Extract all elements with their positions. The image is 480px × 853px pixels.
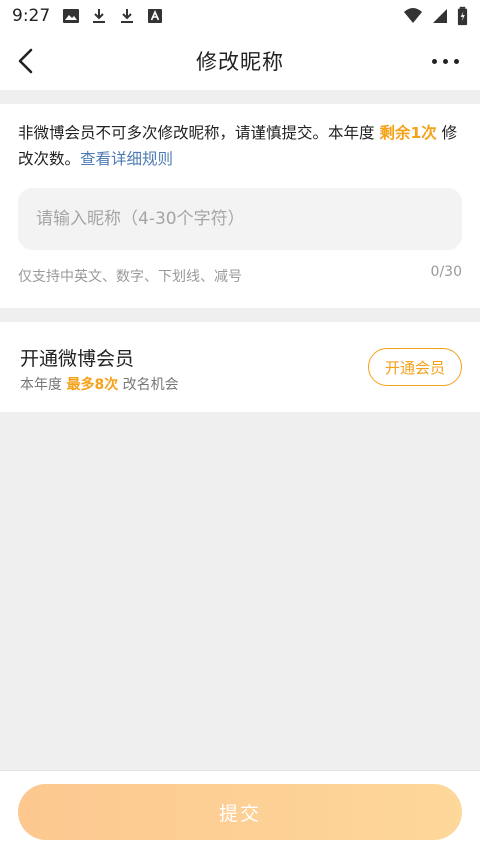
nickname-input-container [18,188,462,250]
page-title: 修改昵称 [196,50,284,74]
vip-sub-before: 本年度 [20,377,67,393]
chevron-left-icon[interactable] [12,46,42,76]
download-icon [121,9,134,23]
signal-icon [433,9,447,23]
open-vip-button[interactable]: 开通会员 [368,348,462,386]
header: 修改昵称 [0,32,480,90]
vip-subtitle: 本年度 最多8次 改名机会 [20,374,179,394]
status-bar: 9:27 [0,0,480,32]
download-icon [93,9,106,23]
rules-link[interactable]: 查看详细规则 [80,150,173,168]
vip-max-count: 最多8次 [66,377,119,393]
dot [432,58,437,64]
nickname-card: 非微博会员不可多次修改昵称，请谨慎提交。本年度 剩余1次 修改次数。查看详细规则… [0,104,480,308]
page: 9:27 修改昵称 非微博会员不可多次修改昵称，请谨慎提交。本年度 剩余1次 修… [0,0,480,853]
status-right-icons [403,6,468,26]
notice-text-before: 非微博会员不可多次修改昵称，请谨慎提交。本年度 [18,124,380,142]
vip-card: 开通微博会员 本年度 最多8次 改名机会 开通会员 [0,322,480,412]
input-hint: 仅支持中英文、数字、下划线、减号 [18,269,242,285]
status-left-icons [62,7,164,25]
status-time: 9:27 [12,6,51,26]
section-divider [0,90,480,104]
battery-icon [457,6,468,26]
section-divider [0,308,480,322]
wifi-icon [404,8,422,23]
nickname-input[interactable] [36,209,444,229]
remaining-count: 剩余1次 [379,124,437,142]
char-counter: 0/30 [430,264,462,280]
more-dots-icon[interactable] [432,56,462,66]
vip-sub-after: 改名机会 [118,377,179,393]
dot [454,58,459,64]
image-icon [63,9,80,23]
notice-text: 非微博会员不可多次修改昵称，请谨慎提交。本年度 剩余1次 修改次数。查看详细规则 [18,120,462,172]
submit-button[interactable]: 提交 [18,784,462,840]
dot [443,58,448,64]
bottom-bar: 提交 [0,770,480,853]
empty-area [0,412,480,770]
font-icon [148,9,163,23]
vip-title: 开通微博会员 [20,348,135,370]
